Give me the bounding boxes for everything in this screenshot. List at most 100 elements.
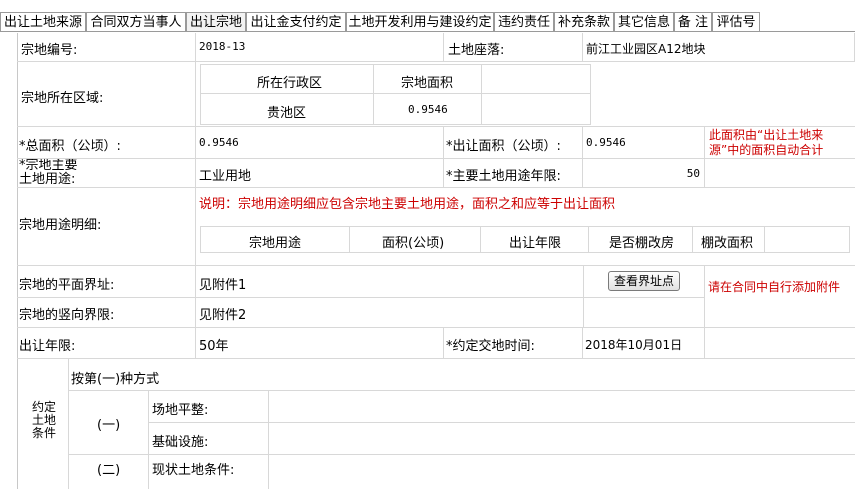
sale-area-label: *出让面积（公顷）: (446, 139, 561, 154)
total-area-value: 0.9546 (199, 136, 239, 149)
main-use-cell[interactable]: 工业用地 (196, 159, 444, 188)
delivery-blank (705, 328, 855, 359)
condition-mode-cell[interactable]: 按第(一)种方式 (69, 361, 269, 391)
mode-two-cell: (二) (69, 455, 149, 489)
region-table-cell: 所在行政区 宗地面积 贵池区 0.9546 (196, 62, 855, 127)
use-detail-col-area-text: 面积(公顷) (382, 236, 445, 251)
attach-note: 请在合同中自行添加附件 (708, 280, 841, 294)
sale-years-value: 50年 (199, 339, 229, 354)
area-cell: 0.9546 (374, 94, 482, 125)
main-use-value: 工业用地 (199, 169, 252, 184)
region-label: 宗地所在区域: (21, 91, 104, 106)
vertical-boundary-label-cell: 宗地的竖向界限: (17, 298, 196, 328)
view-boundary-button[interactable]: 查看界址点 (608, 271, 680, 291)
site-level-label: 场地平整: (152, 403, 209, 418)
tab-parcel[interactable]: 出让宗地 (186, 12, 246, 31)
use-detail-col-years: 出让年限 (481, 226, 589, 253)
parcel-no-label-cell: 宗地编号: (17, 33, 196, 62)
parcel-no-value: 2018-13 (199, 40, 246, 53)
main-use-years-cell[interactable]: 50 (583, 159, 705, 188)
infra-label: 基础设施: (152, 435, 209, 450)
main-use-blank (705, 159, 855, 188)
tab-contract-parties[interactable]: 合同双方当事人 (86, 12, 186, 31)
tab-remarks[interactable]: 备 注 (674, 12, 712, 31)
current-cond-label: 现状土地条件: (152, 463, 235, 478)
tab-land-source[interactable]: 出让土地来源 (0, 12, 86, 31)
tab-other-info[interactable]: 其它信息 (614, 12, 674, 31)
attach-note-cell: 请在合同中自行添加附件 (705, 266, 855, 328)
tab-appraisal-no[interactable]: 评估号 (712, 12, 760, 31)
region-row-blank (482, 94, 591, 125)
use-detail-col-use-text: 宗地用途 (249, 236, 302, 251)
tab-development[interactable]: 土地开发利用与建设约定 (346, 12, 494, 31)
condition-mode-value: 按第(一)种方式 (71, 372, 160, 387)
location-value: 前江工业园区A12地块 (586, 42, 706, 56)
location-label-cell: 土地座落: (444, 33, 583, 62)
total-area-label: *总面积（公顷）: (19, 139, 121, 154)
total-area-cell[interactable]: 0.9546 (196, 127, 444, 159)
area-header-text: 宗地面积 (401, 76, 454, 91)
parcel-no-label: 宗地编号: (21, 43, 78, 58)
main-use-label-line2: 土地用途: (19, 172, 76, 187)
tab-bar: 出让土地来源 合同双方当事人 出让宗地 出让金支付约定 土地开发利用与建设约定 … (0, 0, 855, 33)
main-use-years-label-cell: *主要土地用途年限: (444, 159, 583, 188)
main-use-label-cell: *宗地主要 土地用途: (17, 159, 196, 188)
conditions-label-cell: 约定 土地 条件 (17, 359, 69, 489)
parcel-no-cell[interactable]: 2018-13 (196, 33, 444, 62)
use-detail-col-years-text: 出让年限 (509, 236, 562, 251)
mode-two-label: (二) (97, 463, 121, 478)
sale-years-cell[interactable]: 50年 (196, 328, 444, 359)
total-area-label-cell: *总面积（公顷）: (17, 127, 196, 159)
main-use-years-value: 50 (686, 167, 700, 180)
use-detail-col-area: 面积(公顷) (350, 226, 481, 253)
mode-one-cell: (一) (69, 391, 149, 455)
site-level-label-cell: 场地平整: (149, 391, 269, 423)
conditions-label-line3: 条件 (31, 426, 56, 440)
area-note-cell: 此面积由“出让土地来源”中的面积自动合计 (705, 127, 855, 159)
use-detail-label: 宗地用途明细: (19, 218, 102, 233)
delivery-label: *约定交地时间: (446, 339, 535, 354)
use-detail-col-shanty-area-text: 棚改面积 (701, 236, 754, 251)
area-header: 宗地面积 (374, 64, 482, 94)
mode-one-label: (一) (97, 418, 121, 433)
site-level-input[interactable] (269, 391, 855, 423)
infra-label-cell: 基础设施: (149, 423, 269, 455)
main-use-years-label: *主要土地用途年限: (446, 169, 561, 184)
plane-boundary-cell[interactable]: 见附件1 (196, 266, 584, 298)
use-detail-cell: 说明：宗地用途明细应包含宗地主要土地用途，面积之和应等于出让面积 宗地用途 面积… (196, 188, 855, 266)
current-cond-label-cell: 现状土地条件: (149, 455, 269, 489)
condition-mode-blank (269, 361, 855, 391)
sale-area-label-cell: *出让面积（公顷）: (444, 127, 583, 159)
tab-payment[interactable]: 出让金支付约定 (246, 12, 346, 31)
main-use-label-line1: *宗地主要 (19, 159, 78, 173)
boundary-button-cell: 查看界址点 (584, 266, 705, 298)
sale-years-label: 出让年限: (19, 339, 76, 354)
sale-years-label-cell: 出让年限: (17, 328, 196, 359)
tab-liability[interactable]: 违约责任 (494, 12, 554, 31)
tab-divider (0, 31, 855, 32)
district-value: 贵池区 (267, 106, 307, 121)
vertical-boundary-label: 宗地的竖向界限: (19, 308, 115, 323)
region-header-blank (482, 64, 591, 94)
sale-area-cell[interactable]: 0.9546 (583, 127, 705, 159)
conditions-label: 约定 土地 条件 (31, 401, 57, 440)
area-note: 此面积由“出让土地来源”中的面积自动合计 (709, 128, 824, 157)
tab-supplement[interactable]: 补充条款 (554, 12, 614, 31)
use-detail-label-cell: 宗地用途明细: (17, 188, 196, 266)
district-header: 所在行政区 (200, 64, 374, 94)
vertical-boundary-blank (584, 298, 705, 328)
use-detail-col-shanty-text: 是否棚改房 (609, 236, 675, 251)
current-cond-input[interactable] (269, 455, 855, 489)
location-cell[interactable]: 前江工业园区A12地块 (583, 33, 855, 62)
conditions-block: 约定 土地 条件 按第(一)种方式 (一) 场地平整: 基础设施: (二) 现状… (17, 359, 855, 489)
sale-area-value: 0.9546 (586, 136, 626, 149)
vertical-boundary-cell[interactable]: 见附件2 (196, 298, 584, 328)
district-cell: 贵池区 (200, 94, 374, 125)
use-detail-note: 说明：宗地用途明细应包含宗地主要土地用途，面积之和应等于出让面积 (199, 197, 616, 212)
use-detail-col-shanty-area: 棚改面积 (693, 226, 765, 253)
district-header-text: 所在行政区 (257, 76, 323, 91)
plane-boundary-value: 见附件1 (199, 278, 247, 293)
delivery-date-cell[interactable]: 2018年10月01日 (583, 328, 705, 359)
region-label-cell: 宗地所在区域: (17, 62, 196, 127)
infra-input[interactable] (269, 423, 855, 455)
